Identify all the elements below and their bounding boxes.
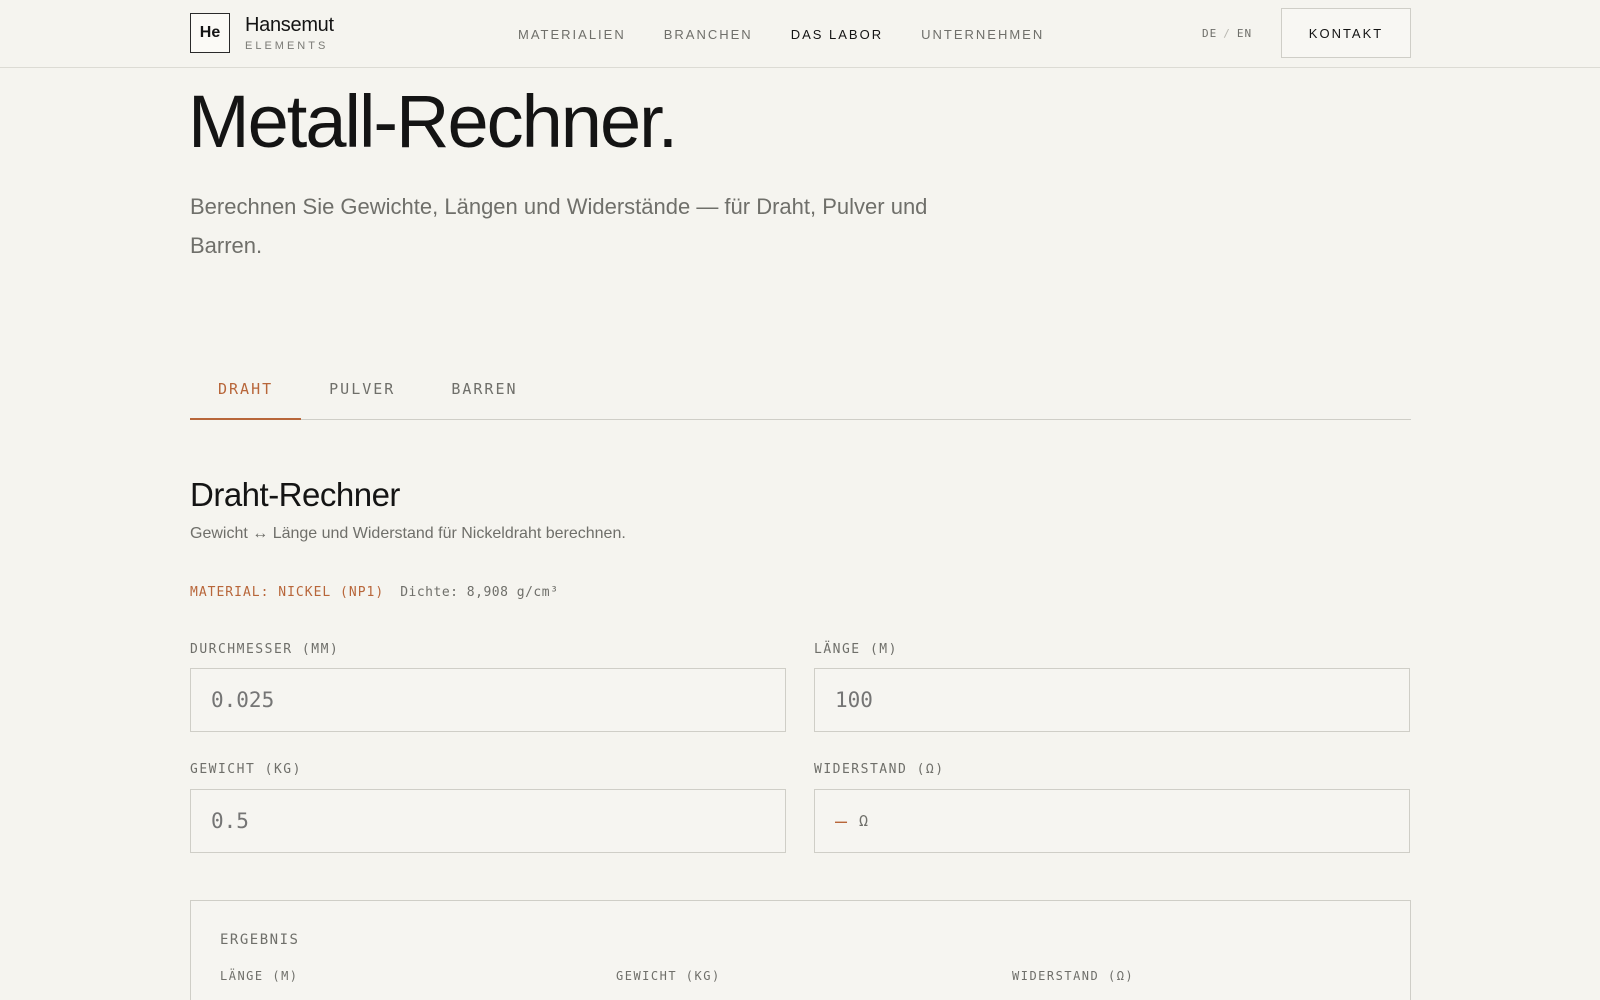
result-card: ERGEBNIS LÄNGE (M) GEWICHT (KG) WIDERSTA… — [190, 900, 1411, 1000]
site-header: He Hansemut ELEMENTS MATERIALIEN BRANCHE… — [0, 0, 1600, 68]
lang-de[interactable]: DE — [1202, 27, 1217, 40]
calculator-tabs: DRAHT PULVER BARREN — [190, 360, 1411, 420]
material-info: MATERIAL: NICKEL (NP1) Dichte: 8,908 g/cm… — [190, 585, 558, 600]
page-lead: Berechnen Sie Gewichte, Längen und Wider… — [190, 194, 928, 258]
lang-en[interactable]: EN — [1237, 27, 1252, 40]
resistance-empty-dash: — — [835, 809, 848, 833]
page-title: Metall-Rechner. — [188, 80, 678, 163]
weight-label: GEWICHT (KG) — [190, 762, 302, 777]
tab-barren[interactable]: BARREN — [423, 360, 545, 420]
length-input[interactable] — [835, 688, 1375, 712]
tab-pulver[interactable]: PULVER — [301, 360, 423, 420]
diameter-field[interactable] — [190, 668, 786, 732]
resistance-output: — Ω — [814, 789, 1410, 853]
section-title: Draht-Rechner — [190, 476, 400, 513]
main-nav: MATERIALIEN BRANCHEN DAS LABOR UNTERNEHM… — [518, 27, 1082, 42]
tab-draht[interactable]: DRAHT — [190, 360, 302, 420]
section-subtitle: Gewicht ↔ Länge und Widerstand für Nicke… — [190, 525, 626, 542]
logo-subtitle: ELEMENTS — [245, 40, 329, 52]
material-label: MATERIAL: NICKEL (NP1) — [190, 585, 385, 600]
diameter-label: DURCHMESSER (MM) — [190, 642, 340, 657]
nav-item-das-labor[interactable]: DAS LABOR — [791, 27, 883, 42]
length-label: LÄNGE (M) — [814, 642, 898, 657]
logo[interactable]: He Hansemut ELEMENTS — [190, 13, 334, 53]
logo-wordmark: Hansemut ELEMENTS — [245, 14, 334, 52]
resistance-label: WIDERSTAND (Ω) — [814, 762, 945, 777]
result-col-weight: GEWICHT (KG) — [616, 969, 721, 983]
nav-item-branchen[interactable]: BRANCHEN — [664, 27, 753, 42]
result-col-resistance: WIDERSTAND (Ω) — [1012, 969, 1135, 983]
logo-symbol: He — [199, 24, 221, 41]
nav-item-unternehmen[interactable]: UNTERNEHMEN — [921, 27, 1044, 42]
logo-name: Hansemut — [245, 14, 334, 36]
diameter-input[interactable] — [211, 688, 751, 712]
result-title: ERGEBNIS — [220, 932, 300, 948]
result-col-length: LÄNGE (M) — [220, 969, 299, 983]
logo-mark: He — [190, 13, 230, 53]
language-switcher: DE / EN — [1202, 27, 1252, 40]
weight-input[interactable] — [211, 809, 751, 833]
nav-item-materialien[interactable]: MATERIALIEN — [518, 27, 626, 42]
weight-field[interactable] — [190, 789, 786, 853]
lang-separator: / — [1223, 27, 1231, 40]
density-label: Dichte: 8,908 g/cm³ — [400, 585, 559, 600]
length-field[interactable] — [814, 668, 1410, 732]
contact-button[interactable]: KONTAKT — [1281, 8, 1411, 58]
resistance-unit: Ω — [859, 812, 869, 830]
